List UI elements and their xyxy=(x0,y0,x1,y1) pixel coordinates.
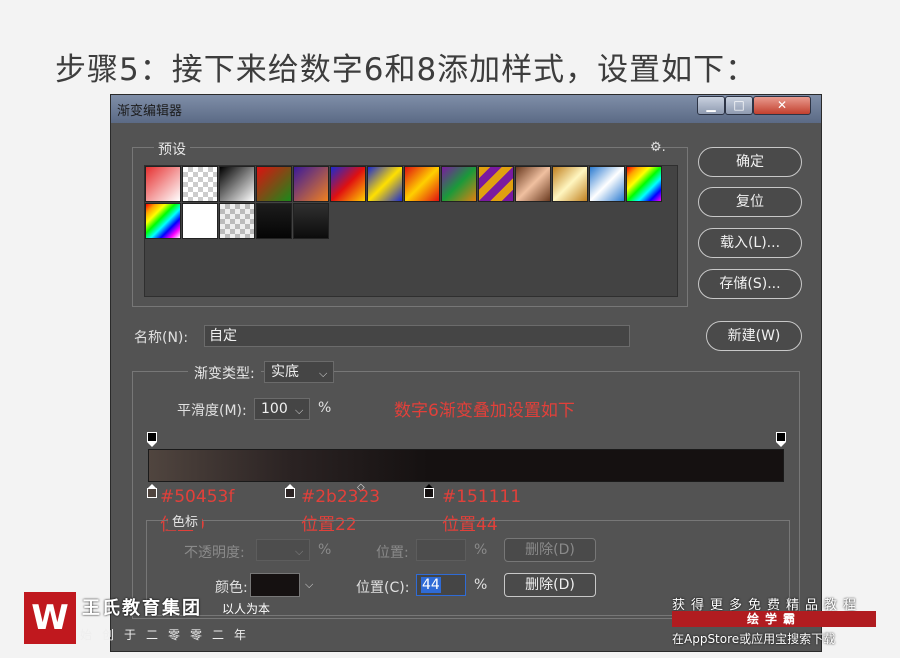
opacity-stop-box xyxy=(776,432,786,442)
close-button[interactable]: ✕ xyxy=(753,96,811,115)
brand-name: 王氏教育集团 xyxy=(82,598,202,619)
preset-swatch[interactable] xyxy=(293,203,329,239)
dialog-title: 渐变编辑器 xyxy=(117,104,183,119)
gradient-preview-bar[interactable] xyxy=(148,449,784,482)
save-button[interactable]: 存储(S)... xyxy=(698,269,802,299)
new-button[interactable]: 新建(W) xyxy=(706,321,802,351)
opacity-stop-pointer xyxy=(776,442,786,447)
color-stop-1[interactable] xyxy=(147,484,157,498)
name-label: 名称(N): xyxy=(134,330,189,346)
color-position-value: 44 xyxy=(421,577,441,593)
stops-group-label: 色标 xyxy=(168,511,203,530)
brand-logo: W xyxy=(24,592,76,644)
presets-label: 预设 xyxy=(154,139,190,159)
brand-subtitle: 始创于二零零二年 xyxy=(80,628,257,642)
preset-swatch[interactable] xyxy=(256,203,292,239)
color-stop-swatch xyxy=(285,488,295,498)
annotation-heading: 数字6渐变叠加设置如下 xyxy=(394,401,575,421)
delete-opacity-stop-button[interactable]: 删除(D) xyxy=(504,538,596,562)
color-stop-2[interactable] xyxy=(285,484,295,498)
annotation-stop2-color: #2b2323 xyxy=(301,487,381,507)
opacity-position-input[interactable] xyxy=(416,539,466,561)
opacity-select[interactable]: ⌵ xyxy=(256,539,310,561)
preset-swatch[interactable] xyxy=(182,203,218,239)
delete-color-stop-button[interactable]: 删除(D) xyxy=(504,573,596,597)
preset-swatch[interactable] xyxy=(589,166,625,202)
preset-swatch[interactable] xyxy=(219,203,255,239)
opacity-label: 不透明度: xyxy=(184,545,245,561)
color-stop-swatch xyxy=(424,488,434,498)
preset-swatch[interactable] xyxy=(145,166,181,202)
title-bar[interactable]: 渐变编辑器 ▁ □ ✕ xyxy=(111,95,821,123)
gear-icon[interactable]: ⚙. xyxy=(650,140,666,155)
color-stop-swatch xyxy=(147,488,157,498)
chevron-down-icon: ⌵ xyxy=(295,545,304,558)
load-button[interactable]: 载入(L)... xyxy=(698,228,802,258)
preset-swatch[interactable] xyxy=(478,166,514,202)
opacity-stop-pointer xyxy=(147,442,157,447)
color-stop-3-selected[interactable] xyxy=(424,484,434,498)
smoothness-unit: % xyxy=(318,400,332,416)
chevron-down-icon[interactable]: ⌵ xyxy=(305,578,313,592)
chevron-down-icon: ⌵ xyxy=(295,404,304,417)
opacity-position-unit: % xyxy=(474,542,488,558)
opacity-stop-box xyxy=(147,432,157,442)
preset-swatch[interactable] xyxy=(441,166,477,202)
color-position-unit: % xyxy=(474,577,488,593)
name-input[interactable]: 自定 xyxy=(204,325,630,347)
preset-swatch[interactable] xyxy=(145,203,181,239)
preset-swatch[interactable] xyxy=(552,166,588,202)
opacity-stop-left[interactable] xyxy=(147,432,157,447)
preset-swatches xyxy=(144,165,678,297)
promo-app-name: 绘学霸 xyxy=(672,611,876,627)
gradient-type-value: 实底 xyxy=(271,364,299,380)
preset-swatch[interactable] xyxy=(330,166,366,202)
preset-swatch[interactable] xyxy=(626,166,662,202)
color-position-input[interactable]: 44 xyxy=(416,574,466,596)
step-title: 步骤5：接下来给数字6和8添加样式，设置如下： xyxy=(55,52,758,88)
ok-button[interactable]: 确定 xyxy=(698,147,802,177)
preset-swatch[interactable] xyxy=(515,166,551,202)
smoothness-label: 平滑度(M): xyxy=(177,403,247,419)
brand-slogan: 以人为本 xyxy=(222,602,271,616)
maximize-button[interactable]: □ xyxy=(725,96,753,115)
annotation-stop3-color: #151111 xyxy=(442,487,522,507)
color-label: 颜色: xyxy=(215,580,248,596)
gradient-type-select[interactable]: 实底 ⌵ xyxy=(264,361,334,383)
minimize-button[interactable]: ▁ xyxy=(697,96,725,115)
preset-swatch[interactable] xyxy=(219,166,255,202)
opacity-unit: % xyxy=(318,542,332,558)
color-position-label: 位置(C): xyxy=(356,580,410,596)
annotation-stop1-color: #50453f xyxy=(160,487,235,507)
chevron-down-icon: ⌵ xyxy=(319,367,328,380)
reset-button[interactable]: 复位 xyxy=(698,187,802,217)
smoothness-select[interactable]: 100 ⌵ xyxy=(254,398,310,420)
gradient-type-label: 渐变类型: xyxy=(188,363,261,383)
smoothness-value: 100 xyxy=(261,401,288,417)
color-swatch[interactable] xyxy=(250,573,300,597)
opacity-position-label: 位置: xyxy=(376,545,409,561)
opacity-stop-right[interactable] xyxy=(776,432,786,447)
preset-swatch[interactable] xyxy=(404,166,440,202)
promo-download-text: 在AppStore或应用宝搜索下载 xyxy=(672,632,836,646)
preset-swatch[interactable] xyxy=(367,166,403,202)
preset-swatch[interactable] xyxy=(293,166,329,202)
preset-swatch[interactable] xyxy=(182,166,218,202)
preset-swatch[interactable] xyxy=(256,166,292,202)
